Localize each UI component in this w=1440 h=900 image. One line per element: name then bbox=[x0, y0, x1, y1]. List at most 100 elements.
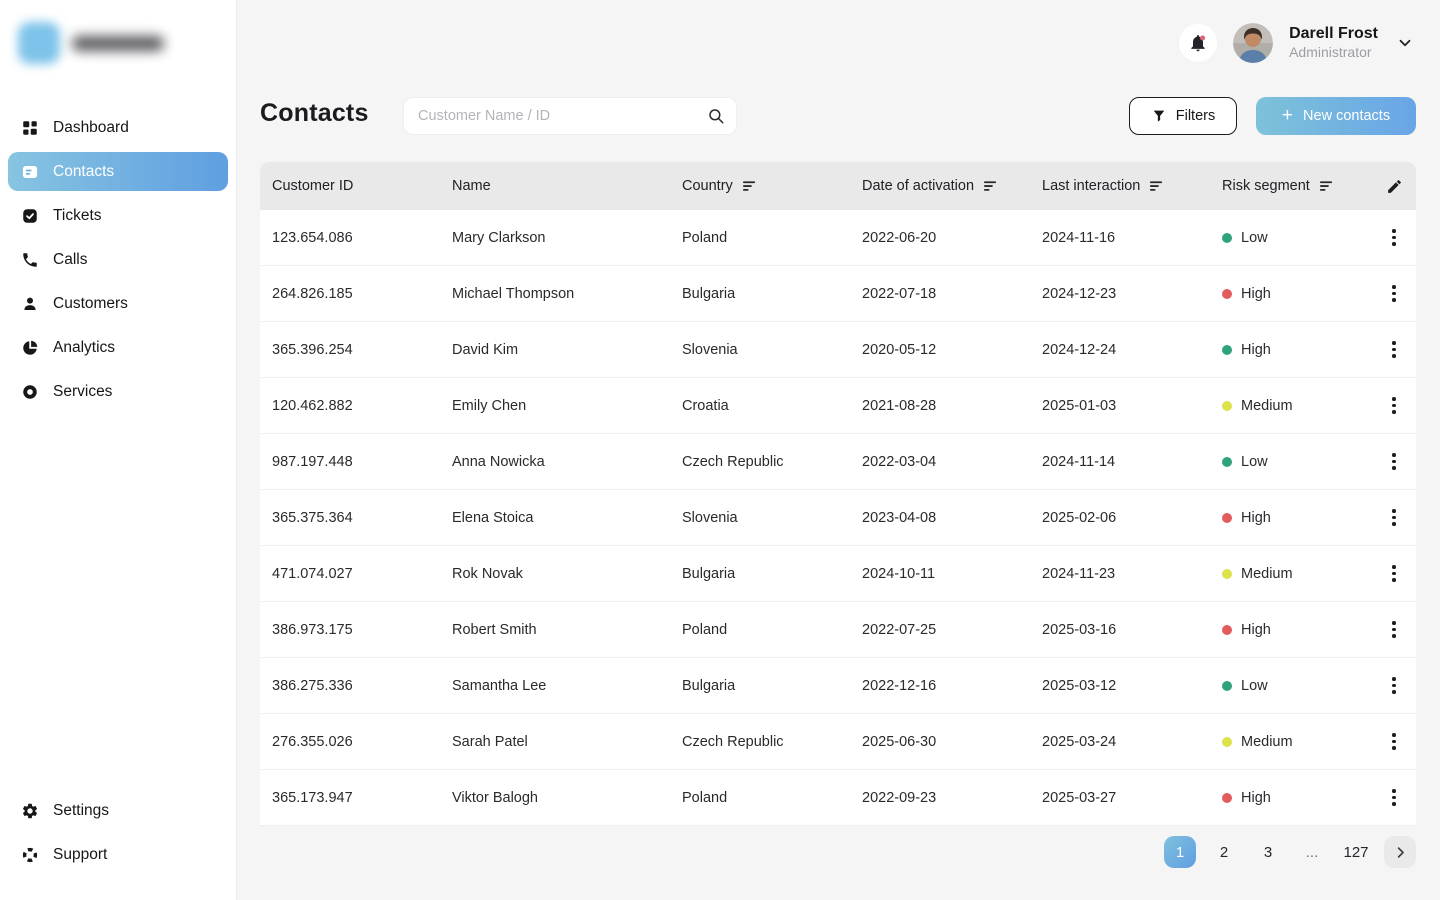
bell-icon bbox=[1188, 33, 1208, 53]
risk-dot bbox=[1222, 289, 1232, 299]
user-info: Darell Frost Administrator bbox=[1289, 24, 1378, 62]
new-contacts-label: New contacts bbox=[1303, 108, 1390, 124]
risk-label: Medium bbox=[1241, 734, 1293, 750]
row-menu-button[interactable] bbox=[1384, 281, 1404, 306]
sidebar-item-settings[interactable]: Settings bbox=[8, 791, 228, 830]
row-menu-button[interactable] bbox=[1384, 393, 1404, 418]
risk-dot bbox=[1222, 233, 1232, 243]
table-header-row: Customer IDName CountryDate of activation… bbox=[260, 162, 1416, 210]
customers-icon bbox=[20, 294, 39, 313]
services-icon bbox=[20, 382, 39, 401]
column-label: Name bbox=[452, 178, 491, 194]
sidebar-item-label: Calls bbox=[53, 251, 87, 269]
sort-icon[interactable] bbox=[983, 179, 998, 193]
cell-customer-id: 264.826.185 bbox=[272, 286, 452, 302]
cell-activation-date: 2022-03-04 bbox=[862, 454, 1042, 470]
column-label: Date of activation bbox=[862, 178, 974, 194]
pagination-page-1[interactable]: 1 bbox=[1164, 836, 1196, 868]
sidebar-item-dashboard[interactable]: Dashboard bbox=[8, 108, 228, 147]
cell-risk-segment: High bbox=[1222, 342, 1372, 358]
sidebar-item-analytics[interactable]: Analytics bbox=[8, 328, 228, 367]
search-icon[interactable] bbox=[707, 107, 725, 125]
pagination-page-2[interactable]: 2 bbox=[1208, 836, 1240, 868]
edit-pencil-icon[interactable] bbox=[1386, 178, 1403, 195]
table-row: 471.074.027 Rok Novak Bulgaria 2024-10-1… bbox=[260, 546, 1416, 602]
table-row: 120.462.882 Emily Chen Croatia 2021-08-2… bbox=[260, 378, 1416, 434]
cell-risk-segment: High bbox=[1222, 622, 1372, 638]
avatar-image bbox=[1233, 23, 1273, 63]
settings-icon bbox=[20, 801, 39, 820]
contacts-table: Customer IDName CountryDate of activation… bbox=[260, 162, 1416, 826]
row-menu-button[interactable] bbox=[1384, 505, 1404, 530]
pagination-page-3[interactable]: 3 bbox=[1252, 836, 1284, 868]
cell-name: Emily Chen bbox=[452, 398, 682, 414]
filters-label: Filters bbox=[1176, 108, 1215, 124]
chevron-down-icon bbox=[1396, 34, 1414, 52]
sidebar-item-calls[interactable]: Calls bbox=[8, 240, 228, 279]
cell-last-interaction: 2024-11-23 bbox=[1042, 566, 1222, 582]
pagination-next-button[interactable] bbox=[1384, 836, 1416, 868]
page-title: Contacts bbox=[260, 99, 369, 128]
cell-customer-id: 365.375.364 bbox=[272, 510, 452, 526]
sidebar-item-support[interactable]: Support bbox=[8, 835, 228, 874]
row-menu-button[interactable] bbox=[1384, 785, 1404, 810]
cell-last-interaction: 2025-03-24 bbox=[1042, 734, 1222, 750]
sort-icon[interactable] bbox=[1149, 179, 1164, 193]
plus-icon: + bbox=[1282, 106, 1293, 125]
risk-dot bbox=[1222, 345, 1232, 355]
sort-icon[interactable] bbox=[1319, 179, 1334, 193]
cell-last-interaction: 2025-03-12 bbox=[1042, 678, 1222, 694]
sidebar-item-label: Customers bbox=[53, 295, 128, 313]
row-menu-button[interactable] bbox=[1384, 225, 1404, 250]
sidebar-item-contacts[interactable]: Contacts bbox=[8, 152, 228, 191]
sidebar-item-label: Contacts bbox=[53, 163, 114, 181]
column-header-risk-segment[interactable]: Risk segment bbox=[1222, 178, 1372, 194]
cell-name: Mary Clarkson bbox=[452, 230, 682, 246]
sidebar-item-tickets[interactable]: Tickets bbox=[8, 196, 228, 235]
cell-activation-date: 2020-05-12 bbox=[862, 342, 1042, 358]
risk-label: Medium bbox=[1241, 398, 1293, 414]
cell-customer-id: 276.355.026 bbox=[272, 734, 452, 750]
cell-risk-segment: Low bbox=[1222, 454, 1372, 470]
cell-activation-date: 2021-08-28 bbox=[862, 398, 1042, 414]
cell-country: Poland bbox=[682, 230, 862, 246]
cell-risk-segment: Medium bbox=[1222, 398, 1372, 414]
column-header-customer-id: Customer ID bbox=[272, 178, 452, 194]
search-input[interactable] bbox=[403, 97, 737, 135]
sidebar-item-services[interactable]: Services bbox=[8, 372, 228, 411]
user-avatar[interactable] bbox=[1233, 23, 1273, 63]
table-row: 365.173.947 Viktor Balogh Poland 2022-09… bbox=[260, 770, 1416, 826]
cell-activation-date: 2022-07-25 bbox=[862, 622, 1042, 638]
risk-dot bbox=[1222, 569, 1232, 579]
cell-last-interaction: 2025-01-03 bbox=[1042, 398, 1222, 414]
cell-country: Poland bbox=[682, 790, 862, 806]
column-label: Last interaction bbox=[1042, 178, 1140, 194]
user-menu-toggle[interactable] bbox=[1394, 32, 1416, 54]
row-menu-button[interactable] bbox=[1384, 729, 1404, 754]
sort-icon[interactable] bbox=[742, 179, 757, 193]
new-contacts-button[interactable]: + New contacts bbox=[1256, 97, 1416, 135]
table-body: 123.654.086 Mary Clarkson Poland 2022-06… bbox=[260, 210, 1416, 826]
cell-last-interaction: 2024-11-16 bbox=[1042, 230, 1222, 246]
row-menu-button[interactable] bbox=[1384, 449, 1404, 474]
column-header-last-interaction[interactable]: Last interaction bbox=[1042, 178, 1222, 194]
pagination-page-127[interactable]: 127 bbox=[1340, 836, 1372, 868]
cell-name: Michael Thompson bbox=[452, 286, 682, 302]
row-menu-button[interactable] bbox=[1384, 673, 1404, 698]
cell-activation-date: 2022-07-18 bbox=[862, 286, 1042, 302]
row-menu-button[interactable] bbox=[1384, 561, 1404, 586]
column-header-date-of-activation[interactable]: Date of activation bbox=[862, 178, 1042, 194]
row-menu-button[interactable] bbox=[1384, 337, 1404, 362]
cell-customer-id: 120.462.882 bbox=[272, 398, 452, 414]
cell-activation-date: 2023-04-08 bbox=[862, 510, 1042, 526]
table-row: 123.654.086 Mary Clarkson Poland 2022-06… bbox=[260, 210, 1416, 266]
filters-button[interactable]: Filters bbox=[1129, 97, 1237, 135]
row-menu-button[interactable] bbox=[1384, 617, 1404, 642]
table-row: 365.375.364 Elena Stoica Slovenia 2023-0… bbox=[260, 490, 1416, 546]
column-header-country[interactable]: Country bbox=[682, 178, 862, 194]
sidebar-item-customers[interactable]: Customers bbox=[8, 284, 228, 323]
cell-risk-segment: Medium bbox=[1222, 734, 1372, 750]
cell-activation-date: 2022-09-23 bbox=[862, 790, 1042, 806]
risk-label: High bbox=[1241, 622, 1271, 638]
notifications-button[interactable] bbox=[1179, 24, 1217, 62]
